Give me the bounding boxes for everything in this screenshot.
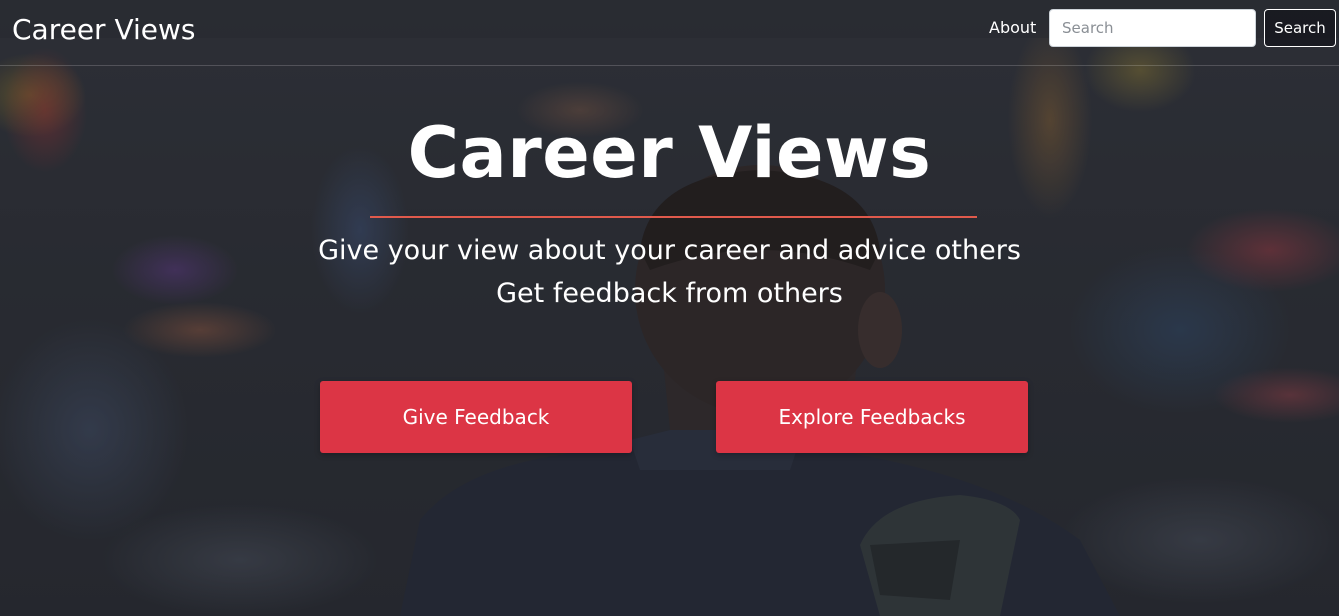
- hero-subtitle-line1: Give your view about your career and adv…: [318, 235, 1021, 266]
- navbar: Career Views About Search: [0, 0, 1339, 66]
- explore-feedbacks-button[interactable]: Explore Feedbacks: [716, 381, 1028, 453]
- hero-title: Career Views: [407, 112, 932, 194]
- search-button[interactable]: Search: [1264, 9, 1336, 47]
- nav-about-link[interactable]: About: [989, 18, 1036, 38]
- page: Career Views About Search Career Views G…: [0, 0, 1339, 616]
- search-input[interactable]: [1049, 9, 1256, 47]
- hero-divider: [370, 216, 977, 218]
- give-feedback-button[interactable]: Give Feedback: [320, 381, 632, 453]
- brand-logo-link[interactable]: Career Views: [12, 10, 196, 50]
- hero-subtitle-line2: Get feedback from others: [496, 278, 843, 309]
